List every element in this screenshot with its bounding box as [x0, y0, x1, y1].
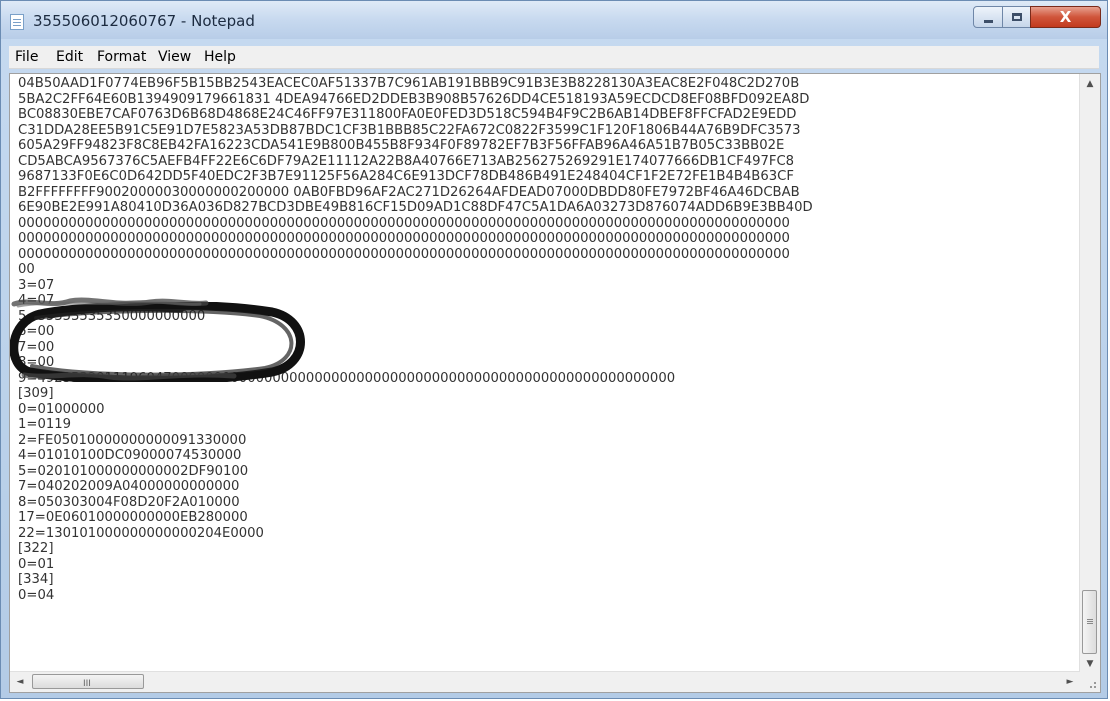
close-icon: X: [1059, 8, 1072, 26]
text-line: 3=07: [18, 277, 55, 293]
maximize-button[interactable]: [1002, 6, 1031, 28]
vertical-scrollbar[interactable]: ▲ ▼: [1079, 74, 1100, 674]
text-line: B2FFFFFFFF90020000030000000200000 0AB0FB…: [18, 184, 800, 200]
scroll-up-arrow-icon[interactable]: ▲: [1080, 74, 1100, 94]
menu-help[interactable]: Help: [204, 49, 236, 65]
notepad-icon[interactable]: [10, 14, 24, 30]
thumb-grip-icon: [1087, 619, 1093, 620]
text-line: 5BA2C2FF64E60B1394909179661831 4DEA94766…: [18, 91, 810, 107]
scroll-right-arrow-icon[interactable]: ►: [1060, 672, 1080, 692]
minimize-button[interactable]: [973, 6, 1003, 28]
text-line: C31DDA28EE5B91C5E91D7E5823A53DB87BDC1CF3…: [18, 122, 801, 138]
menu-edit[interactable]: Edit: [56, 49, 83, 65]
text-line: CD5ABCA9567376C5AEFB4FF22E6C6DF79A2E1111…: [18, 153, 795, 169]
text-line: 6=00: [18, 324, 55, 339]
text-area[interactable]: 04B50AAD1F0774EB96F5B15BB2543EACEC0AF513…: [10, 74, 1080, 674]
menu-bar: File Edit Format View Help: [9, 46, 1099, 69]
text-line: 5=020101000000000002DF90100: [18, 463, 249, 479]
menu-file[interactable]: File: [15, 49, 38, 65]
scroll-left-arrow-icon[interactable]: ◄: [10, 672, 30, 692]
text-line: 0=01000000: [18, 401, 105, 417]
minimize-icon: [983, 19, 993, 23]
text-line: 0000000000000000000000000000000000000000…: [18, 246, 790, 262]
size-grip-icon[interactable]: [1080, 672, 1100, 692]
text-line: 0000000000000000000000000000000000000000…: [18, 215, 790, 231]
horizontal-scrollbar[interactable]: ◄ III ►: [10, 671, 1080, 692]
text-line: 0=01: [18, 556, 55, 572]
editor[interactable]: 04B50AAD1F0774EB96F5B15BB2543EACEC0AF513…: [9, 73, 1101, 693]
text-line: 7=00: [18, 339, 55, 355]
text-line: [322]: [18, 541, 54, 556]
horizontal-scroll-thumb[interactable]: III: [32, 674, 144, 689]
text-line: 9=49235320111960470000000000000000000000…: [18, 370, 676, 386]
scroll-down-arrow-icon[interactable]: ▼: [1080, 654, 1100, 674]
vertical-scroll-thumb[interactable]: [1082, 590, 1097, 654]
window-title: 355506012060767 - Notepad: [33, 12, 255, 30]
text-line: 00: [18, 262, 35, 277]
thumb-grip-label: III: [83, 679, 91, 689]
text-line: 9687133F0E6C0D642DD5F40EDC2F3B7E91125F56…: [18, 169, 794, 184]
text-line: 8=00: [18, 355, 55, 370]
close-button[interactable]: X: [1030, 6, 1101, 28]
text-line: 1=0119: [18, 417, 72, 432]
text-line: 04B50AAD1F0774EB96F5B15BB2543EACEC0AF513…: [18, 76, 800, 91]
text-line: [334]: [18, 572, 54, 587]
text-line: 7=040202009A04000000000000: [18, 479, 240, 494]
text-line: 4=01010100DC09000074530000: [18, 448, 242, 463]
text-line: 0=04: [18, 587, 55, 603]
notepad-window: 355506012060767 - Notepad X File Edit Fo…: [0, 0, 1108, 699]
text-line: 5=35353535350000000000: [18, 308, 206, 324]
maximize-icon: [1011, 13, 1022, 21]
text-line: 605A29FF94823F8C8EB42FA16223CDA541E9B800…: [18, 138, 785, 153]
text-line: 17=0E06010000000000EB280000: [18, 510, 248, 525]
text-line: 22=130101000000000000204E0000: [18, 525, 264, 541]
text-line: 6E90BE2E991A80410D36A036D827BCD3DBE49B81…: [18, 200, 813, 215]
text-line: 4=07: [18, 293, 55, 308]
text-line: 2=FE05010000000000091330000: [18, 432, 247, 448]
text-line: [309]: [18, 386, 54, 401]
menu-format[interactable]: Format: [97, 49, 146, 65]
title-bar[interactable]: 355506012060767 - Notepad X: [1, 1, 1107, 39]
text-line: 8=050303004F08D20F2A010000: [18, 494, 240, 510]
text-line: 0000000000000000000000000000000000000000…: [18, 231, 790, 246]
menu-view[interactable]: View: [158, 49, 191, 65]
text-line: BC08830EBE7CAF0763D6B68D4868E24C46FF97E3…: [18, 107, 797, 122]
